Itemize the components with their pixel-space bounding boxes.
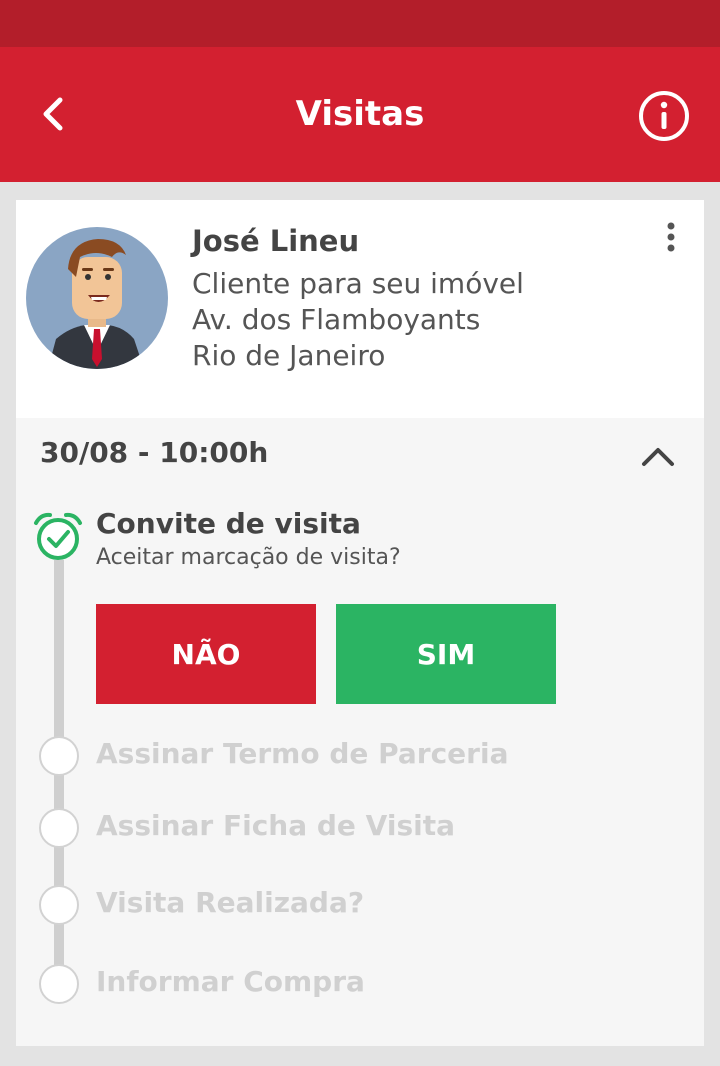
accept-button[interactable]: SIM (336, 604, 556, 704)
visit-card: José Lineu Cliente para seu imóvel Av. d… (16, 200, 704, 1046)
page-title: Visitas (295, 94, 425, 134)
client-name: José Lineu (192, 224, 360, 258)
avatar (26, 227, 168, 369)
step-subtitle-current: Aceitar marcação de visita? (96, 545, 401, 570)
info-circle-icon (639, 91, 689, 141)
app-bar: Visitas (0, 47, 720, 182)
kebab-menu-icon (667, 222, 675, 252)
status-bar (0, 0, 720, 47)
step-circle (39, 964, 79, 1004)
step-circle (39, 736, 79, 776)
step-visit-done: Visita Realizada? (96, 886, 365, 919)
back-button[interactable] (30, 90, 78, 138)
decline-button[interactable]: NÃO (96, 604, 316, 704)
step-circle (39, 885, 79, 925)
client-type: Cliente para seu imóvel (192, 267, 524, 300)
info-button[interactable] (638, 90, 690, 142)
step-title-current: Convite de visita (96, 507, 361, 540)
client-address: Av. dos Flamboyants (192, 303, 481, 336)
step-circle (39, 808, 79, 848)
chevron-left-icon (43, 97, 63, 131)
visit-datetime: 30/08 - 10:00h (40, 436, 269, 469)
step-report-purchase: Informar Compra (96, 965, 365, 998)
step-sign-partnership: Assinar Termo de Parceria (96, 737, 509, 770)
step-sign-visit-form: Assinar Ficha de Visita (96, 809, 455, 842)
client-city: Rio de Janeiro (192, 339, 386, 372)
client-header: José Lineu Cliente para seu imóvel Av. d… (16, 200, 704, 418)
alarm-check-icon (32, 510, 84, 562)
more-options-button[interactable] (654, 218, 688, 258)
collapse-button[interactable] (636, 436, 680, 476)
chevron-up-icon (642, 448, 674, 466)
